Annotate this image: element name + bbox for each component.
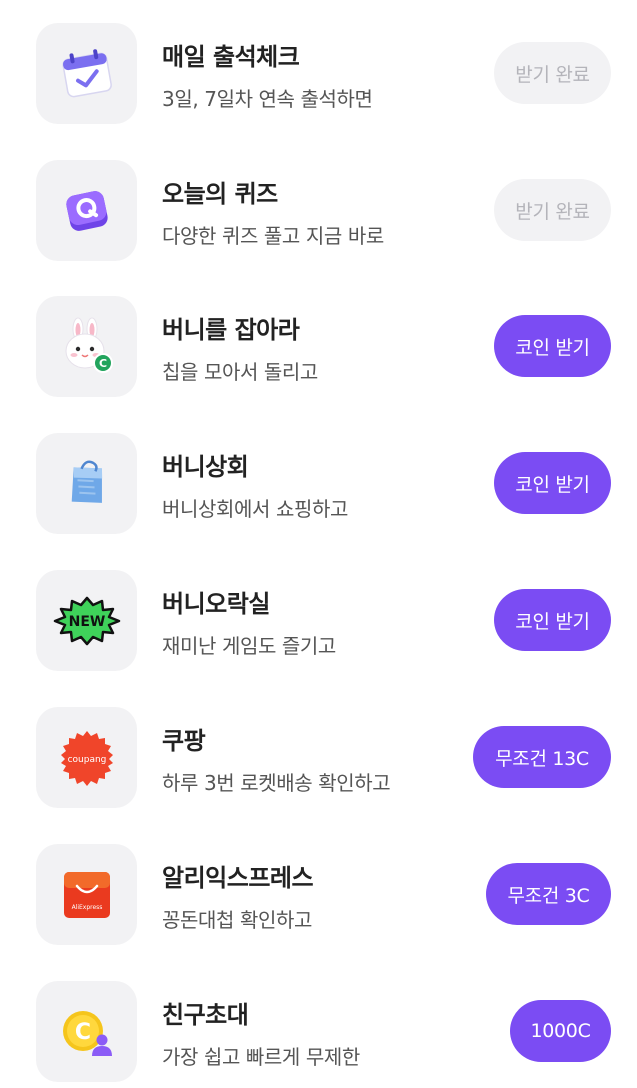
mission-subtitle: 하루 3번 로켓배송 확인하고 bbox=[162, 771, 391, 795]
mission-title: 버니오락실 bbox=[162, 590, 270, 618]
mission-subtitle: 꽁돈대첩 확인하고 bbox=[162, 908, 312, 932]
svg-text:C: C bbox=[98, 357, 106, 370]
mission-title: 버니를 잡아라 bbox=[162, 316, 300, 344]
mission-title: 버니상회 bbox=[162, 453, 249, 481]
mission-row-bunny-arcade[interactable]: NEW 버니오락실 재미난 게임도 즐기고 코인 받기 bbox=[0, 570, 637, 672]
reward-claimed-button[interactable]: 받기 완료 bbox=[494, 42, 611, 104]
mission-row-bunny-store[interactable]: 버니상회 버니상회에서 쇼핑하고 코인 받기 bbox=[0, 433, 637, 535]
mission-title: 친구초대 bbox=[162, 1001, 249, 1029]
reward-button[interactable]: 무조건 3C bbox=[486, 863, 611, 925]
mission-row-catch-bunny[interactable]: C 버니를 잡아라 칩을 모아서 돌리고 코인 받기 bbox=[0, 296, 637, 398]
mission-title: 알리익스프레스 bbox=[162, 864, 314, 892]
reward-button[interactable]: 1000C bbox=[510, 1000, 611, 1062]
new-badge-text: NEW bbox=[68, 614, 105, 630]
aliexpress-logo-icon: AliExpress bbox=[36, 844, 137, 945]
mission-subtitle: 다양한 퀴즈 풀고 지금 바로 bbox=[162, 224, 384, 248]
mission-subtitle: 가장 쉽고 빠르게 무제한 bbox=[162, 1045, 360, 1069]
mission-row-quiz[interactable]: 오늘의 퀴즈 다양한 퀴즈 풀고 지금 바로 받기 완료 bbox=[0, 160, 637, 262]
reward-claimed-button[interactable]: 받기 완료 bbox=[494, 179, 611, 241]
mission-title: 매일 출석체크 bbox=[162, 43, 300, 71]
mission-row-invite[interactable]: C 친구초대 가장 쉽고 빠르게 무제한 1000C bbox=[0, 981, 637, 1083]
new-badge-icon: NEW bbox=[36, 570, 137, 671]
quiz-icon bbox=[36, 160, 137, 261]
get-coin-button[interactable]: 코인 받기 bbox=[494, 315, 611, 377]
mission-title: 쿠팡 bbox=[162, 727, 206, 755]
shopping-bag-icon bbox=[36, 433, 137, 534]
mission-subtitle: 재미난 게임도 즐기고 bbox=[162, 634, 336, 658]
mission-row-aliexpress[interactable]: AliExpress 알리익스프레스 꽁돈대첩 확인하고 무조건 3C bbox=[0, 844, 637, 946]
coupang-logo-text: coupang bbox=[67, 755, 106, 765]
mission-subtitle: 3일, 7일차 연속 출석하면 bbox=[162, 87, 373, 111]
svg-text:C: C bbox=[74, 1020, 90, 1045]
mission-row-attendance[interactable]: 매일 출석체크 3일, 7일차 연속 출석하면 받기 완료 bbox=[0, 23, 637, 125]
coupang-logo-icon: coupang bbox=[36, 707, 137, 808]
mission-subtitle: 버니상회에서 쇼핑하고 bbox=[162, 497, 348, 521]
mission-list: 매일 출석체크 3일, 7일차 연속 출석하면 받기 완료 오늘의 퀴즈 다양한… bbox=[0, 0, 637, 1088]
mission-row-coupang[interactable]: coupang 쿠팡 하루 3번 로켓배송 확인하고 무조건 13C bbox=[0, 707, 637, 809]
get-coin-button[interactable]: 코인 받기 bbox=[494, 452, 611, 514]
calendar-icon bbox=[36, 23, 137, 124]
reward-button[interactable]: 무조건 13C bbox=[473, 726, 611, 788]
bunny-icon: C bbox=[36, 296, 137, 397]
invite-coin-icon: C bbox=[36, 981, 137, 1082]
mission-title: 오늘의 퀴즈 bbox=[162, 180, 278, 208]
mission-subtitle: 칩을 모아서 돌리고 bbox=[162, 360, 318, 384]
aliexpress-logo-text: AliExpress bbox=[71, 904, 102, 911]
get-coin-button[interactable]: 코인 받기 bbox=[494, 589, 611, 651]
